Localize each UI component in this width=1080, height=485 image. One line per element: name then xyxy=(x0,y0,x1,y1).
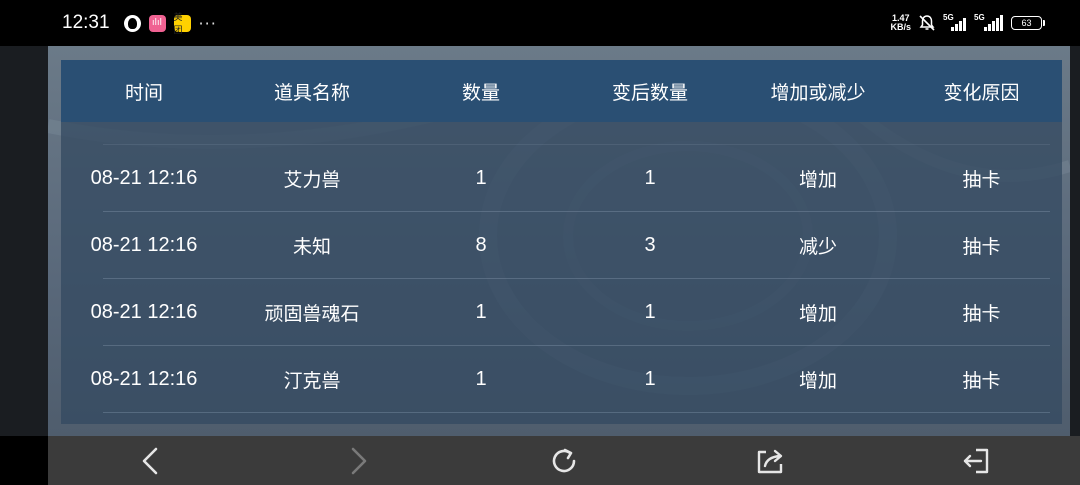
signal-2-label: 5G xyxy=(974,13,985,22)
status-left: 12:31 ılıl 美团 ··· xyxy=(62,10,217,36)
header-item-name: 道具名称 xyxy=(273,81,350,104)
table-header: 时间 道具名称 数量 变后数量 增加或减少 变化原因 xyxy=(61,60,1062,122)
cell-time: 08-21 12:16 xyxy=(90,167,198,189)
forward-icon xyxy=(351,447,367,475)
record-panel: 08-21 12:16 艾力兽 1 1 增加 抽卡 08-21 12:16 未知… xyxy=(48,46,1070,436)
status-bar: 12:31 ılıl 美团 ··· 1.47 KB/s 5G 5G 63 xyxy=(0,0,1080,46)
battery-icon: 63 xyxy=(1011,16,1045,30)
clock: 12:31 xyxy=(62,12,110,33)
cell-time: 08-21 12:16 xyxy=(90,234,198,256)
cell-new-quantity: 1 xyxy=(644,301,656,323)
right-edge xyxy=(1070,46,1080,436)
table-row[interactable]: 08-21 12:16 未知 8 3 减少 抽卡 xyxy=(61,212,1062,279)
signal-1-label: 5G xyxy=(943,13,954,22)
cell-item-name: 未知 xyxy=(292,236,331,258)
network-speed-unit: KB/s xyxy=(890,22,911,32)
header-change-type: 增加或减少 xyxy=(770,81,866,104)
header-quantity: 数量 xyxy=(461,81,500,104)
cell-item-name: 顽固兽魂石 xyxy=(264,303,360,325)
network-speed: 1.47 KB/s xyxy=(890,14,911,32)
exit-icon xyxy=(963,448,989,474)
forward-button[interactable] xyxy=(338,442,376,480)
cell-reason: 抽卡 xyxy=(962,236,1001,258)
cell-reason: 抽卡 xyxy=(962,169,1001,191)
record-table[interactable]: 08-21 12:16 艾力兽 1 1 增加 抽卡 08-21 12:16 未知… xyxy=(61,60,1062,424)
cell-reason: 抽卡 xyxy=(962,370,1001,392)
cell-quantity: 1 xyxy=(475,301,487,323)
refresh-icon xyxy=(552,448,576,473)
cell-reason: 抽卡 xyxy=(962,303,1001,325)
cell-change-type: 增加 xyxy=(798,169,837,191)
table-row[interactable]: 08-21 12:16 顽固兽魂石 1 1 增加 抽卡 xyxy=(61,279,1062,346)
cell-quantity: 8 xyxy=(475,234,487,256)
cell-item-name: 汀克兽 xyxy=(283,370,341,392)
cell-quantity: 1 xyxy=(475,167,487,189)
header-reason: 变化原因 xyxy=(943,81,1020,104)
exit-button[interactable] xyxy=(957,442,995,480)
cell-change-type: 减少 xyxy=(798,236,837,258)
qq-icon xyxy=(123,14,141,32)
signal-1-icon: 5G xyxy=(943,13,967,31)
mute-icon xyxy=(918,14,936,32)
battery-level: 63 xyxy=(1021,18,1032,28)
cell-time: 08-21 12:16 xyxy=(90,368,198,390)
refresh-button[interactable] xyxy=(545,442,583,480)
header-new-quantity: 变后数量 xyxy=(611,81,688,104)
cell-new-quantity: 1 xyxy=(644,368,656,390)
cell-change-type: 增加 xyxy=(798,370,837,392)
cell-quantity: 1 xyxy=(475,368,487,390)
table-row[interactable]: 08-21 12:16 汀克兽 1 1 增加 抽卡 xyxy=(61,346,1062,413)
cell-new-quantity: 1 xyxy=(644,167,656,189)
browser-nav-bar xyxy=(48,436,1080,485)
signal-2-icon: 5G xyxy=(974,13,1004,31)
cell-item-name: 艾力兽 xyxy=(283,169,341,191)
cell-new-quantity: 3 xyxy=(644,234,656,256)
cell-time: 08-21 12:16 xyxy=(90,301,198,323)
status-right: 1.47 KB/s 5G 5G 63 xyxy=(890,10,1045,36)
share-button[interactable] xyxy=(751,442,789,480)
left-edge xyxy=(0,46,48,436)
table-body[interactable]: 08-21 12:16 艾力兽 1 1 增加 抽卡 08-21 12:16 未知… xyxy=(61,78,1062,413)
cell-change-type: 增加 xyxy=(798,303,837,325)
meituan-icon: 美团 xyxy=(173,13,191,36)
table-row[interactable]: 08-21 12:16 艾力兽 1 1 增加 抽卡 xyxy=(61,145,1062,212)
more-notifications-icon: ··· xyxy=(198,13,217,33)
back-button[interactable] xyxy=(133,442,171,480)
pink-app-icon: ılıl xyxy=(148,14,166,32)
header-time: 时间 xyxy=(124,81,163,104)
back-icon xyxy=(142,447,158,475)
share-icon xyxy=(757,449,783,474)
